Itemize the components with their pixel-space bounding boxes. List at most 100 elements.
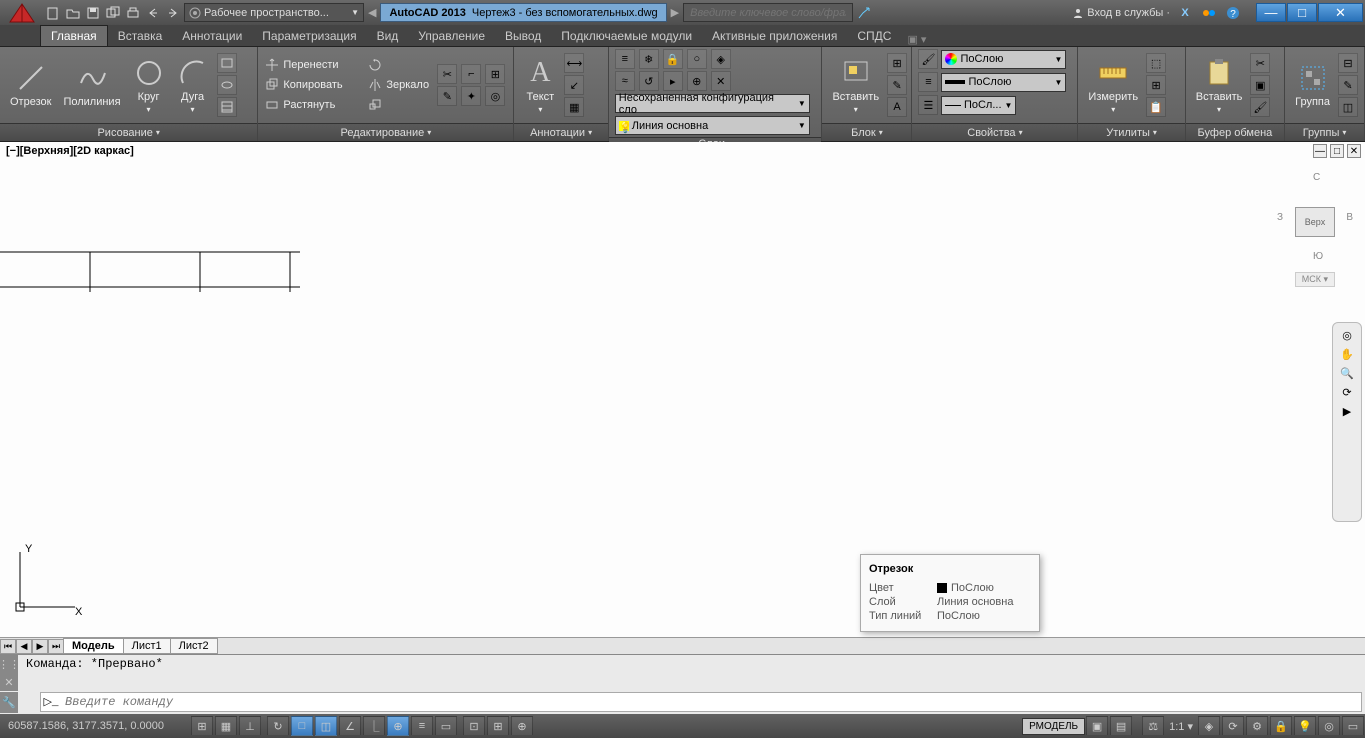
close-button[interactable]: ✕ <box>1318 3 1363 22</box>
model-space-indicator[interactable]: РМОДЕЛЬ <box>1022 718 1085 735</box>
select-icon[interactable]: ⬚ <box>1146 53 1166 73</box>
qat-undo-icon[interactable] <box>144 4 162 22</box>
block-create-icon[interactable]: ⊞ <box>887 53 907 73</box>
exchange-icon[interactable]: X <box>1176 4 1194 22</box>
stayconnected-icon[interactable] <box>1200 4 1218 22</box>
annoauto-icon[interactable]: ⟳ <box>1222 716 1244 736</box>
nav-orbit-icon[interactable]: ⟳ <box>1342 386 1351 399</box>
layer-match-icon[interactable]: ≈ <box>615 71 635 91</box>
drawing-viewport[interactable]: [−][Верхняя][2D каркас] — □ ✕ <box>0 142 1365 637</box>
panel-props-label[interactable]: Свойства <box>912 123 1077 141</box>
tab-output[interactable]: Вывод <box>495 26 551 46</box>
tab-manage[interactable]: Управление <box>408 26 495 46</box>
ltype-combo[interactable]: ПоСл...▼ <box>941 96 1016 115</box>
group-button[interactable]: Группа <box>1291 60 1334 110</box>
tpy-toggle[interactable]: ▭ <box>435 716 457 736</box>
table-icon[interactable]: ▦ <box>564 97 584 117</box>
copy-button[interactable]: Копировать <box>264 76 363 94</box>
cut-icon[interactable]: ✂ <box>1250 53 1270 73</box>
nav-showmotion-icon[interactable]: ▶ <box>1343 405 1351 418</box>
bylayer-icon[interactable]: ≡ <box>918 72 938 92</box>
rectangle-icon[interactable] <box>217 53 237 73</box>
ungroup-icon[interactable]: ⊟ <box>1338 53 1358 73</box>
nav-wheel-icon[interactable]: ◎ <box>1342 329 1352 342</box>
polar-toggle[interactable]: ↻ <box>267 716 289 736</box>
insert-block-button[interactable]: Вставить▾ <box>828 55 883 116</box>
panel-annot-label[interactable]: Аннотации <box>514 123 607 141</box>
nav-next-icon[interactable]: ▶ <box>669 6 681 19</box>
quickcalc-icon[interactable]: ⊞ <box>1146 75 1166 95</box>
rotate-button[interactable] <box>367 56 433 74</box>
layer-state-combo[interactable]: Несохраненная конфигурация сло▼ <box>615 94 810 113</box>
erase-icon[interactable]: ✎ <box>437 86 457 106</box>
layer-prev-icon[interactable]: ↺ <box>639 71 659 91</box>
polyline-button[interactable]: Полилиния <box>59 60 124 110</box>
tab-layout2[interactable]: Лист2 <box>170 638 218 654</box>
tab-insert[interactable]: Вставка <box>108 26 173 46</box>
quickview-drawings-icon[interactable]: ▤ <box>1110 716 1132 736</box>
help-icon[interactable]: ? <box>1224 4 1242 22</box>
ducs-toggle[interactable]: ⎿ <box>363 716 385 736</box>
quickview-layouts-icon[interactable]: ▣ <box>1086 716 1108 736</box>
qp-toggle[interactable]: ⊡ <box>463 716 485 736</box>
panel-block-label[interactable]: Блок <box>822 123 911 141</box>
tab-last-icon[interactable]: ⏭ <box>48 639 64 654</box>
nav-zoom-icon[interactable]: 🔍 <box>1340 367 1354 380</box>
vp-minimize-icon[interactable]: — <box>1313 144 1327 158</box>
layer-walk-icon[interactable]: ▸ <box>663 71 683 91</box>
snap-toggle[interactable]: ⊞ <box>191 716 213 736</box>
paste-button[interactable]: Вставить▾ <box>1192 55 1247 116</box>
tab-prev-icon[interactable]: ◀ <box>16 639 32 654</box>
dimension-icon[interactable]: ⟷ <box>564 53 584 73</box>
osnap-toggle[interactable]: □ <box>291 716 313 736</box>
array-icon[interactable]: ⊞ <box>485 64 505 84</box>
nav-prev-icon[interactable]: ◀ <box>366 6 378 19</box>
annovis-icon[interactable]: ◈ <box>1198 716 1220 736</box>
maximize-button[interactable]: □ <box>1287 3 1317 22</box>
hardware-accel-icon[interactable]: 💡 <box>1294 716 1316 736</box>
tab-next-icon[interactable]: ▶ <box>32 639 48 654</box>
qat-open-icon[interactable] <box>64 4 82 22</box>
stretch-button[interactable]: Растянуть <box>264 96 363 114</box>
layer-off-icon[interactable]: ○ <box>687 49 707 69</box>
tab-home[interactable]: Главная <box>40 25 108 46</box>
block-edit-icon[interactable]: ✎ <box>887 75 907 95</box>
leader-icon[interactable]: ↙ <box>564 75 584 95</box>
qat-redo-icon[interactable] <box>164 4 182 22</box>
vp-close-icon[interactable]: ✕ <box>1347 144 1361 158</box>
tab-parametric[interactable]: Параметризация <box>252 26 366 46</box>
clean-screen-icon[interactable]: ▭ <box>1342 716 1364 736</box>
paste-icon[interactable]: 📋 <box>1146 97 1166 117</box>
tab-plugins[interactable]: Подключаемые модули <box>551 26 702 46</box>
text-button[interactable]: AТекст▾ <box>520 55 560 116</box>
workspace-switch-icon[interactable]: ⚙ <box>1246 716 1268 736</box>
arc-button[interactable]: Дуга▾ <box>173 55 213 116</box>
tab-layout1[interactable]: Лист1 <box>123 638 171 654</box>
search-icon[interactable] <box>855 4 873 22</box>
wcs-label[interactable]: МСК ▾ <box>1295 272 1335 287</box>
clip-match-icon[interactable]: 🖌 <box>1250 97 1270 117</box>
layer-props-icon[interactable]: ≡ <box>615 49 635 69</box>
nav-pan-icon[interactable]: ✋ <box>1340 348 1354 361</box>
layer-combo[interactable]: 💡Линия основна▼ <box>615 116 810 135</box>
login-button[interactable]: Вход в службы · <box>1072 7 1170 19</box>
fillet-icon[interactable]: ⌐ <box>461 64 481 84</box>
lweight-combo[interactable]: ПоСлою▼ <box>941 73 1066 92</box>
color-combo[interactable]: ПоСлою▼ <box>941 50 1066 69</box>
panel-group-label[interactable]: Группы <box>1285 123 1364 141</box>
explode-icon[interactable]: ✦ <box>461 86 481 106</box>
am-toggle[interactable]: ⊕ <box>511 716 533 736</box>
panel-modify-label[interactable]: Редактирование <box>258 123 513 141</box>
coordinates-display[interactable]: 60587.1586, 3177.3571, 0.0000 <box>0 720 190 732</box>
tab-online[interactable]: Активные приложения <box>702 26 847 46</box>
otrack-toggle[interactable]: ∠ <box>339 716 361 736</box>
layer-del-icon[interactable]: ✕ <box>711 71 731 91</box>
qat-plot-icon[interactable] <box>124 4 142 22</box>
dyn-toggle[interactable]: ⊕ <box>387 716 409 736</box>
viewcube[interactable]: С В Ю З Верх <box>1285 172 1345 262</box>
cmd-grip-icon[interactable]: ⋮⋮ <box>0 655 18 673</box>
annoscale-icon[interactable]: ⚖ <box>1142 716 1164 736</box>
lwt-toggle[interactable]: ≡ <box>411 716 433 736</box>
workspace-selector[interactable]: Рабочее пространство... ▼ <box>184 3 364 22</box>
qat-save-icon[interactable] <box>84 4 102 22</box>
